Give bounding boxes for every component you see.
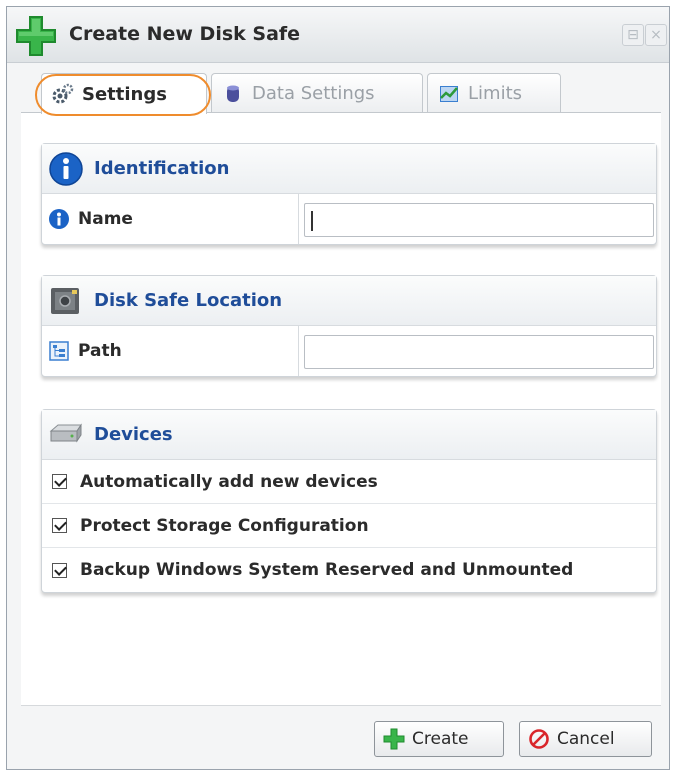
safe-icon xyxy=(51,287,79,314)
maximize-button[interactable]: ⊟ xyxy=(622,24,644,46)
identification-title: Identification xyxy=(94,158,230,179)
green-plus-icon xyxy=(16,16,56,56)
name-row: Name xyxy=(42,194,656,244)
dialog-footer: Create Cancel xyxy=(7,707,669,771)
identification-header: Identification xyxy=(42,144,656,194)
name-label-group: Name xyxy=(48,194,133,244)
protect-storage-checkbox[interactable] xyxy=(52,518,67,533)
tab-strip: Settings Data Settings Limits xyxy=(21,69,661,116)
path-row: Path xyxy=(42,326,656,376)
auto-add-devices-label: Automatically add new devices xyxy=(80,471,378,492)
create-button[interactable]: Create xyxy=(374,721,504,757)
backup-system-reserved-checkbox[interactable] xyxy=(52,562,67,578)
protect-storage-option[interactable]: Protect Storage Configuration xyxy=(42,504,656,548)
tab-data-settings[interactable]: Data Settings xyxy=(211,73,423,113)
create-button-label: Create xyxy=(412,729,469,749)
path-input[interactable] xyxy=(304,335,654,369)
database-icon xyxy=(227,85,239,102)
folder-tree-icon xyxy=(49,341,69,361)
tab-limits[interactable]: Limits xyxy=(427,73,561,113)
disk-safe-location-header: Disk Safe Location xyxy=(42,276,656,326)
info-icon xyxy=(49,151,83,186)
identification-panel: Identification Name xyxy=(41,143,657,245)
field-divider xyxy=(298,326,299,376)
tab-data-settings-label: Data Settings xyxy=(252,83,375,104)
chart-icon xyxy=(440,85,458,102)
devices-header: Devices xyxy=(42,410,656,460)
devices-title: Devices xyxy=(94,424,173,445)
protect-storage-label: Protect Storage Configuration xyxy=(80,515,369,536)
disk-safe-location-title: Disk Safe Location xyxy=(94,290,283,311)
text-cursor xyxy=(311,211,313,231)
backup-system-reserved-label: Backup Windows System Reserved and Unmou… xyxy=(80,560,574,580)
tab-limits-label: Limits xyxy=(468,83,522,104)
field-divider xyxy=(298,194,299,244)
auto-add-devices-checkbox[interactable] xyxy=(52,474,67,489)
dialog-title: Create New Disk Safe xyxy=(69,23,301,45)
settings-content: Identification Name Disk Safe Location P… xyxy=(21,112,661,706)
settings-tab-highlight xyxy=(35,74,211,116)
backup-system-reserved-option[interactable]: Backup Windows System Reserved and Unmou… xyxy=(42,548,656,592)
info-icon xyxy=(49,209,69,229)
close-button[interactable]: × xyxy=(645,24,667,46)
auto-add-devices-option[interactable]: Automatically add new devices xyxy=(42,460,656,504)
cancel-button[interactable]: Cancel xyxy=(519,721,652,757)
name-label: Name xyxy=(78,209,133,229)
devices-panel: Devices Automatically add new devices Pr… xyxy=(41,409,657,593)
cancel-icon xyxy=(529,729,549,749)
dialog-titlebar[interactable]: Create New Disk Safe ⊟ × xyxy=(7,7,669,63)
path-label: Path xyxy=(78,341,122,361)
cancel-button-label: Cancel xyxy=(557,729,615,749)
disk-safe-location-panel: Disk Safe Location Path xyxy=(41,275,657,377)
path-label-group: Path xyxy=(48,326,122,376)
name-input[interactable] xyxy=(304,203,654,237)
disk-drive-icon xyxy=(49,422,82,443)
green-plus-icon xyxy=(383,728,405,750)
create-disk-safe-dialog: Create New Disk Safe ⊟ × Settings Data S… xyxy=(6,6,670,770)
